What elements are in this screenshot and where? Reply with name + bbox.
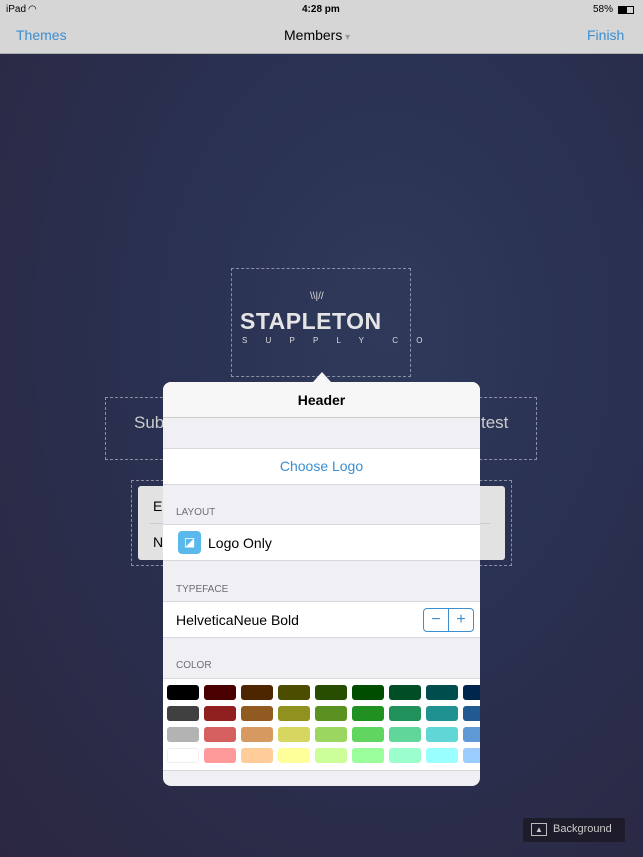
battery-percent: 58% [593,4,614,15]
decrease-button[interactable]: − [424,609,449,631]
logo-only-layout-icon: ◪ [178,531,201,554]
device-label: iPad [6,4,27,15]
color-swatch[interactable] [315,727,347,742]
logo-rays-icon: \\|// [310,291,324,302]
finish-button[interactable]: Finish [587,27,624,43]
color-swatch[interactable] [241,685,273,700]
color-swatch[interactable] [463,727,480,742]
color-swatch[interactable] [278,748,310,763]
logo-text: STAPLETON [240,308,382,334]
choose-logo-button[interactable]: Choose Logo [163,448,480,485]
wifi-icon: ◠ [28,4,37,15]
clock: 4:28 pm [302,4,340,15]
color-swatch[interactable] [389,685,421,700]
color-swatch[interactable] [204,706,236,721]
color-swatch[interactable] [167,727,199,742]
color-swatch[interactable] [352,685,384,700]
color-swatch[interactable] [352,748,384,763]
themes-button[interactable]: Themes [16,27,67,43]
color-swatch[interactable] [389,706,421,721]
chevron-down-icon: ▾ [342,32,351,43]
color-swatch[interactable] [426,706,458,721]
color-swatch[interactable] [463,685,480,700]
color-swatch[interactable] [463,706,480,721]
top-bar: iPad ◠ 4:28 pm 58% Themes Members ▾ Fini… [0,0,643,54]
layout-label: LAYOUT [176,507,216,518]
typeface-row: HelveticaNeue Bold − + [163,601,480,638]
color-swatch[interactable] [389,748,421,763]
color-swatch[interactable] [204,748,236,763]
image-icon: ▲ [531,823,547,836]
members-dropdown[interactable]: Members ▾ [284,27,350,43]
layout-value: Logo Only [208,535,272,551]
popover-arrow [313,372,331,382]
color-swatch[interactable] [463,748,480,763]
color-swatch[interactable] [352,727,384,742]
color-swatch[interactable] [278,727,310,742]
logo-area[interactable]: \\|// STAPLETON S U P P L Y C O [231,268,422,377]
background-button[interactable]: ▲ Background [523,818,625,842]
color-swatch[interactable] [278,706,310,721]
color-swatch[interactable] [204,727,236,742]
color-swatch[interactable] [204,685,236,700]
typeface-value: HelveticaNeue Bold [176,612,299,628]
color-swatch[interactable] [352,706,384,721]
color-swatch[interactable] [241,748,273,763]
background-label: Background [553,823,612,835]
color-palette [163,678,480,771]
font-size-stepper: − + [423,608,474,632]
increase-button[interactable]: + [449,609,473,631]
color-swatch[interactable] [426,727,458,742]
nav-title: Members [284,27,343,43]
color-swatch[interactable] [167,748,199,763]
form-field-1: E [153,498,163,514]
color-swatch[interactable] [426,685,458,700]
color-swatch[interactable] [315,706,347,721]
color-swatch[interactable] [167,685,199,700]
logo-subtext: S U P P L Y C O [242,336,431,345]
subtitle-right: test [481,413,509,432]
color-swatch[interactable] [315,685,347,700]
popover-title: Header [163,382,480,418]
color-swatch[interactable] [241,706,273,721]
color-swatch[interactable] [389,727,421,742]
color-swatch[interactable] [278,685,310,700]
color-swatch[interactable] [167,706,199,721]
color-swatch[interactable] [426,748,458,763]
form-field-2: N [153,534,164,550]
subtitle-left: Sub [134,413,165,432]
battery-icon [618,6,634,14]
header-popover: Header Choose Logo LAYOUT ◪ Logo Only TY… [163,382,480,786]
color-label: COLOR [176,660,212,671]
typeface-label: TYPEFACE [176,584,229,595]
color-swatch[interactable] [241,727,273,742]
color-swatch[interactable] [315,748,347,763]
layout-row[interactable]: ◪ Logo Only [163,524,480,561]
